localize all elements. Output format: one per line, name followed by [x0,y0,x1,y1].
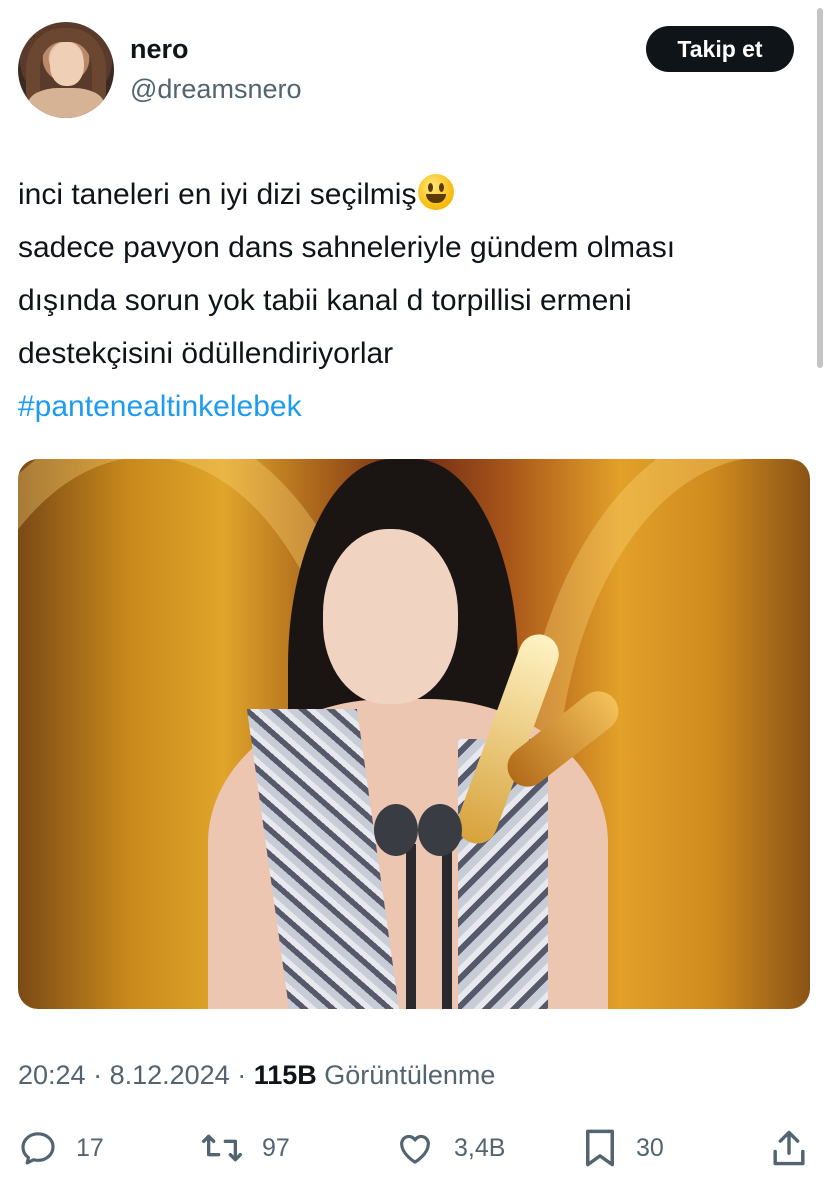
microphone-icon [418,804,462,856]
tweet-page: nero @dreamsnero Takip et inci taneleri … [0,0,828,1204]
tweet-media-image[interactable] [18,459,810,1009]
bookmark-button[interactable]: 30 [582,1120,664,1176]
reply-button[interactable]: 17 [18,1120,104,1176]
avatar-body [28,88,104,118]
reply-count: 17 [76,1133,104,1162]
retweet-icon [202,1134,242,1162]
tweet-line-1: inci taneleri en iyi dizi seçilmiş [18,168,808,221]
tweet-line-1-text: inci taneleri en iyi dizi seçilmiş [18,178,417,211]
microphone-icon [374,804,418,856]
hashtag-link[interactable]: #pantenealtinkelebek [18,380,808,433]
tweet-date[interactable]: 8.12.2024 [110,1060,230,1090]
retweet-count: 97 [262,1133,290,1162]
microphone-stand [406,844,416,1009]
share-icon [773,1130,805,1166]
smiling-face-emoji-icon [418,174,455,210]
tweet-line-3: dışında sorun yok tabii kanal d torpilli… [18,284,632,317]
display-name[interactable]: nero [130,34,189,65]
meta-separator: · [85,1060,110,1090]
share-button[interactable] [770,1120,808,1176]
bookmark-count: 30 [636,1133,664,1162]
scrollbar[interactable] [817,8,823,368]
like-button[interactable]: 3,4B [394,1120,505,1176]
follow-button[interactable]: Takip et [646,26,794,72]
tweet-text: inci taneleri en iyi dizi seçilmiş sadec… [18,168,808,433]
avatar[interactable] [18,22,114,118]
microphone-stand [442,844,452,1009]
bookmark-icon [586,1129,614,1167]
meta-separator: · [229,1060,254,1090]
tweet-line-2: sadece pavyon dans sahneleriyle gündem o… [18,231,676,264]
heart-icon [400,1134,430,1164]
tweet-meta: 20:24 · 8.12.2024 · 115B Görüntülenme [18,1060,495,1091]
views-count: 115B [253,1060,317,1090]
views-label: Görüntülenme [324,1060,496,1090]
tweet-line-4: destekçisini ödüllendiriyorlar [18,337,394,370]
like-count: 3,4B [454,1133,506,1162]
tweet-time[interactable]: 20:24 [18,1060,86,1090]
reply-icon [21,1132,55,1165]
retweet-button[interactable]: 97 [200,1120,290,1176]
person-face [323,529,458,704]
user-handle[interactable]: @dreamsnero [130,74,301,105]
action-bar: 17 97 3,4B 30 [0,1120,828,1176]
avatar-face [50,42,84,86]
